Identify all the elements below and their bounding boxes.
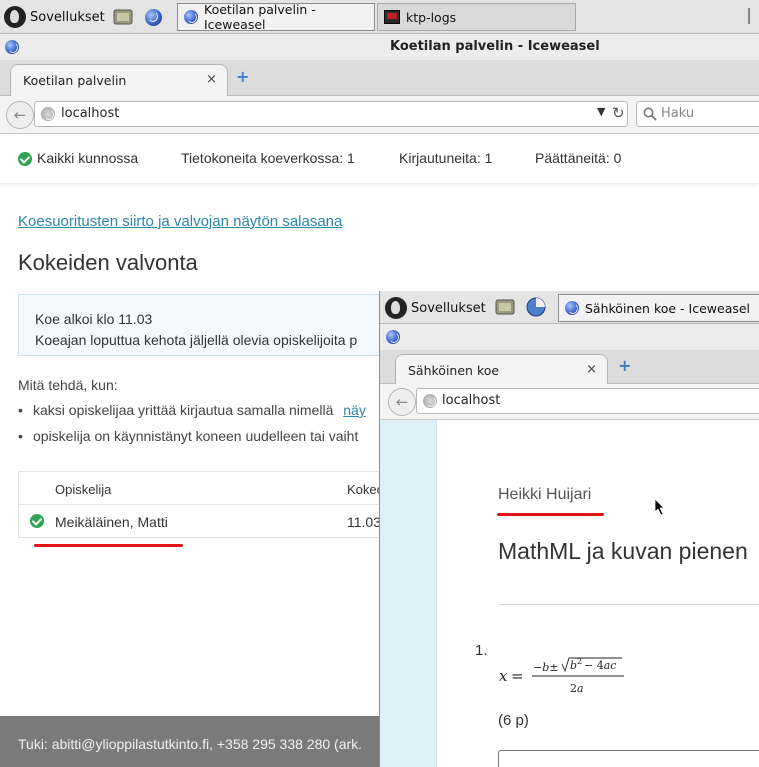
overlay-navigation-bar: ← localhost [380,384,759,420]
url-bar[interactable]: localhost ▼ ↻ [34,101,628,127]
applications-menu[interactable]: Sovellukset [385,296,486,320]
status-computers: Tietokoneita koeverkossa: 1 [181,150,355,166]
debian-logo-icon [385,297,407,319]
page-title: Kokeiden valvonta [18,250,198,275]
debian-logo-icon [4,6,26,28]
annotation-underline [34,544,183,547]
iceweasel-icon [386,330,400,344]
exam-instruction: Koeajan loputtua kehota jäljellä olevia … [35,332,358,348]
tab-koetilan-palvelin[interactable]: Koetilan palvelin × [10,64,228,97]
new-tab-icon[interactable]: + [618,356,631,375]
reload-icon[interactable]: ↻ [612,104,625,122]
browser-launcher-icon[interactable] [526,297,546,317]
bullet-dot: • [18,402,23,418]
taskbar-window-label: ktp-logs [406,9,457,25]
browser-launcher-icon[interactable] [145,9,162,26]
overlay-titlebar [380,324,759,350]
student-name: Meikäläinen, Matti [55,514,168,530]
status-logged-in: Kirjautuneita: 1 [399,150,493,166]
url-text: localhost [442,393,501,408]
svg-text:2: 2 [577,657,582,666]
overlay-taskbar: Sovellukset Sähköinen koe - Iceweasel [380,291,759,324]
support-contact: Tuki: abitti@ylioppilastutkinto.fi, +358… [18,736,363,752]
status-finished: Päättäneitä: 0 [535,150,622,166]
navigation-bar: ← localhost ▼ ↻ Haku [0,96,759,134]
taskbar-window-ktp-logs[interactable]: ktp-logs [377,3,576,31]
students-table: Opiskelija Kokeo Meikäläinen, Matti 11.0… [18,471,388,538]
table-header: Opiskelija Kokeo [19,472,387,505]
column-header-student[interactable]: Opiskelija [55,482,111,497]
tab-strip: Koetilan palvelin × + [0,60,759,97]
exam-page: Heikki Huijari MathML ja kuvan pienen 1.… [380,420,759,767]
exam-info-box: Koe alkoi klo 11.03 Koeajan loputtua keh… [18,294,388,356]
check-circle-icon [18,152,32,166]
applications-menu-label: Sovellukset [411,300,486,316]
close-icon[interactable]: × [206,72,217,87]
check-circle-icon [30,514,44,528]
annotation-underline [497,513,604,516]
iceweasel-icon [184,10,198,24]
search-icon [643,107,657,121]
site-identity-icon [423,394,437,408]
what-to-do-label: Mitä tehdä, kun: [18,377,118,393]
taskbar-window-koetilan[interactable]: Koetilan palvelin - Iceweasel [177,2,375,32]
window-title: Koetilan palvelin - Iceweasel [390,39,600,54]
tab-label: Koetilan palvelin [23,73,127,88]
taskbar-window-label: Sähköinen koe - Iceweasel [585,300,751,316]
student-name: Heikki Huijari [498,486,592,503]
search-placeholder: Haku [661,106,695,121]
tab-label: Sähköinen koe [408,363,500,378]
question-number: 1. [475,642,488,659]
instructions-link[interactable]: näy [343,402,366,418]
tab-sahkoinen-koe[interactable]: Sähköinen koe × [395,354,608,387]
divider [498,604,759,605]
window-titlebar: Koetilan palvelin - Iceweasel [0,34,759,60]
terminal-icon [384,10,400,24]
iceweasel-icon [5,40,19,54]
answer-input[interactable] [498,750,759,767]
question-points: (6 p) [498,712,529,729]
back-arrow-icon[interactable]: ← [6,101,34,129]
svg-text:− 4ac: − 4ac [584,659,616,672]
svg-text:b: b [570,659,577,672]
exam-title: MathML ja kuvan pienen [498,538,748,564]
exam-start-time: Koe alkoi klo 11.03 [35,311,153,327]
taskbar-window-label: Koetilan palvelin - Iceweasel [204,2,316,32]
overlay-tab-strip: Sähköinen koe × + [380,350,759,387]
svg-text:=: = [511,667,524,685]
exam-sidebar [380,420,437,767]
applications-menu-label: Sovellukset [30,9,105,25]
applications-menu[interactable]: Sovellukset [4,5,105,29]
taskbar: Sovellukset Koetilan palvelin - Icewease… [0,0,759,34]
svg-text:2a: 2a [570,682,584,695]
exam-window: Sovellukset Sähköinen koe - Iceweasel Sä… [379,291,759,767]
iceweasel-icon [565,301,579,315]
url-bar[interactable]: localhost [416,388,759,414]
back-arrow-icon[interactable]: ← [388,388,416,416]
bullet-dot: • [18,428,23,444]
svg-text:x: x [499,667,508,685]
quadratic-formula: x = −b± b 2 − 4ac 2a [499,657,624,695]
status-bar: Kaikki kunnossa Tietokoneita koeverkossa… [0,134,759,184]
table-row[interactable]: Meikäläinen, Matti 11.03 [19,505,387,537]
dropdown-arrow-icon[interactable]: ▼ [597,105,605,118]
new-tab-icon[interactable]: + [236,67,249,86]
mouse-cursor-icon [654,498,665,516]
transfer-link[interactable]: Koesuoritusten siirto ja valvojan näytön… [18,213,342,230]
url-text: localhost [61,106,120,121]
student-exam-time: 11.03 [347,514,381,530]
taskbar-window-exam[interactable]: Sähköinen koe - Iceweasel [558,294,759,322]
search-input[interactable]: Haku [636,101,759,127]
close-icon[interactable]: × [586,362,597,377]
list-item-text: opiskelija on käynnistänyt koneen uudell… [33,428,359,444]
list-item-text: kaksi opiskelijaa yrittää kirjautua sama… [33,402,334,418]
taskbar-separator [748,8,750,24]
desktop-icon[interactable] [113,8,133,26]
site-identity-icon [41,107,55,121]
list-item: • opiskelija on käynnistänyt koneen uudel… [18,428,358,444]
status-ok: Kaikki kunnossa [37,150,139,166]
svg-text:−b±: −b± [533,661,558,674]
desktop-icon[interactable] [495,298,515,316]
list-item: • kaksi opiskelijaa yrittää kirjautua sam… [18,402,366,418]
